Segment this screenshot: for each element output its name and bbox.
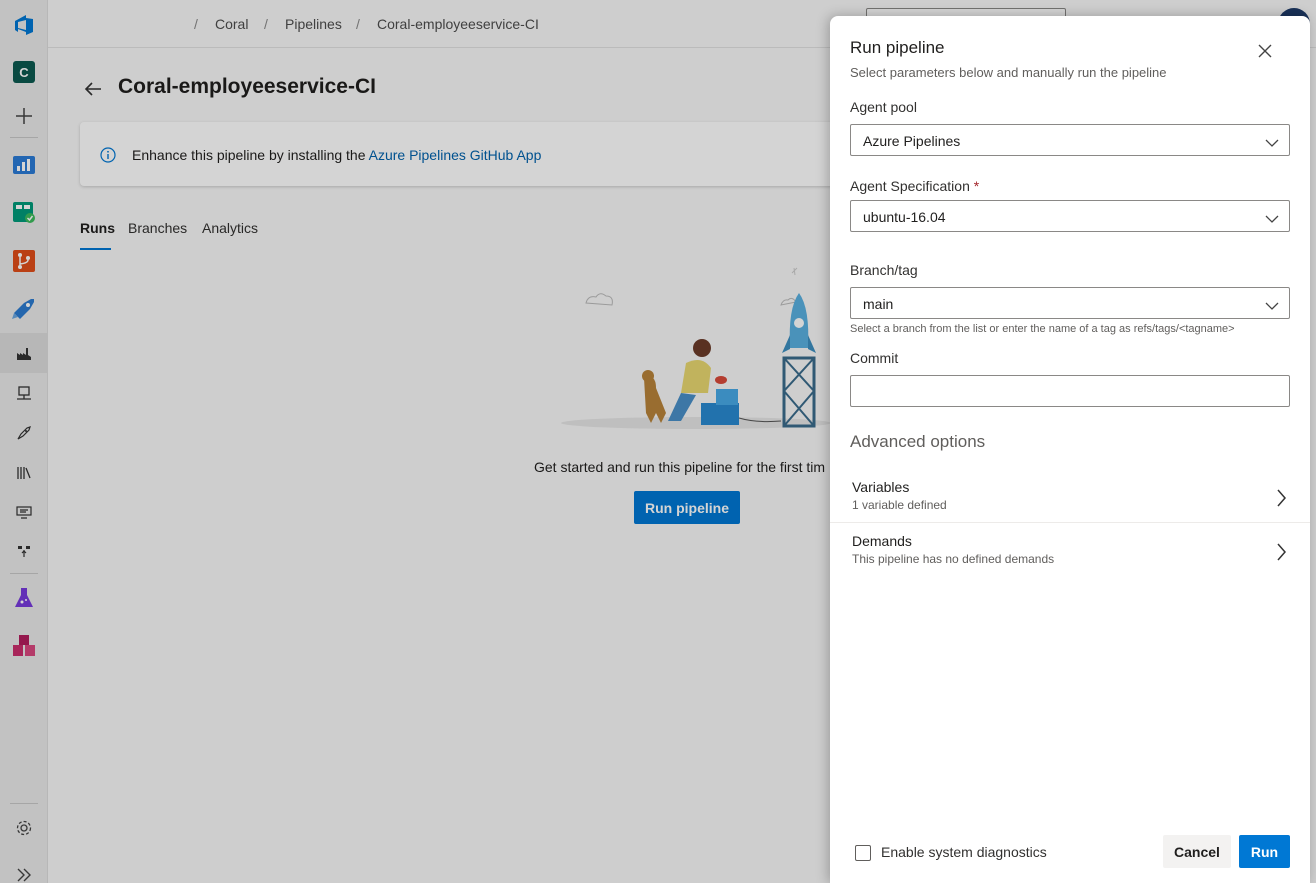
branch-dropdown[interactable]: main bbox=[850, 287, 1290, 319]
demands-subtitle: This pipeline has no defined demands bbox=[852, 552, 1055, 566]
chevron-down-icon bbox=[1265, 298, 1279, 316]
cancel-button[interactable]: Cancel bbox=[1163, 835, 1231, 868]
demands-row[interactable]: Demands This pipeline has no defined dem… bbox=[830, 525, 1310, 579]
run-button[interactable]: Run bbox=[1239, 835, 1290, 868]
agent-spec-dropdown[interactable]: ubuntu-16.04 bbox=[850, 200, 1290, 232]
panel-subtitle: Select parameters below and manually run… bbox=[850, 65, 1167, 80]
advanced-options-heading: Advanced options bbox=[850, 432, 986, 451]
branch-hint: Select a branch from the list or enter t… bbox=[850, 323, 1235, 335]
agent-spec-label: Agent Specification * bbox=[850, 178, 979, 194]
options-divider bbox=[830, 522, 1310, 523]
chevron-right-icon bbox=[1276, 489, 1286, 512]
branch-value: main bbox=[863, 296, 894, 312]
agent-spec-label-text: Agent Specification bbox=[850, 178, 970, 194]
chevron-down-icon bbox=[1265, 211, 1279, 229]
run-pipeline-panel: Run pipeline Select parameters below and… bbox=[830, 16, 1310, 883]
agent-pool-label: Agent pool bbox=[850, 99, 917, 115]
chevron-down-icon bbox=[1265, 135, 1279, 153]
chevron-right-icon bbox=[1276, 543, 1286, 566]
close-icon[interactable] bbox=[1252, 38, 1278, 64]
commit-label: Commit bbox=[850, 350, 899, 366]
diagnostics-checkbox[interactable] bbox=[855, 845, 871, 861]
variables-row[interactable]: Variables 1 variable defined bbox=[830, 471, 1310, 525]
agent-pool-dropdown[interactable]: Azure Pipelines bbox=[850, 124, 1290, 156]
commit-input[interactable] bbox=[850, 375, 1290, 407]
branch-label: Branch/tag bbox=[850, 262, 918, 278]
variables-title: Variables bbox=[852, 479, 910, 495]
variables-subtitle: 1 variable defined bbox=[852, 498, 947, 512]
agent-pool-value: Azure Pipelines bbox=[863, 133, 961, 149]
agent-spec-value: ubuntu-16.04 bbox=[863, 209, 946, 225]
demands-title: Demands bbox=[852, 533, 912, 549]
required-marker: * bbox=[973, 178, 980, 194]
panel-title: Run pipeline bbox=[850, 38, 945, 57]
diagnostics-label: Enable system diagnostics bbox=[881, 844, 1047, 860]
